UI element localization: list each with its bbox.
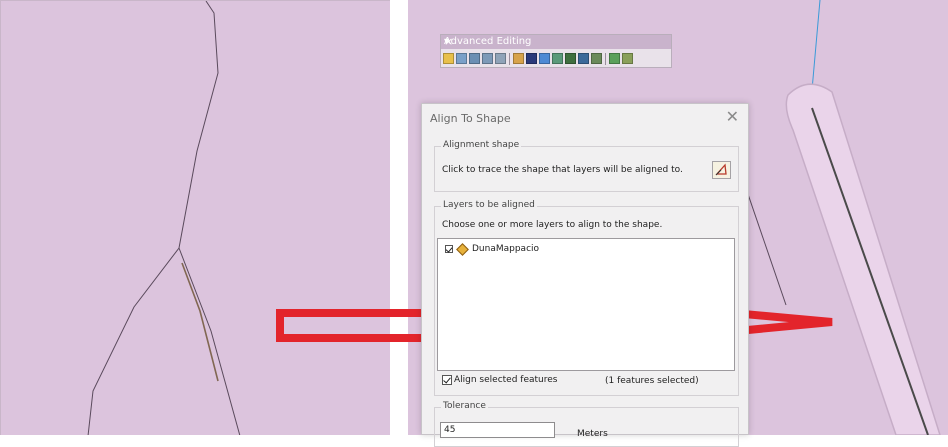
parcel-boundary-line: [87, 1, 219, 435]
aligned-feature-line: [181, 262, 219, 382]
tolerance-units: Meters: [577, 429, 608, 439]
layer-symbol-icon: [456, 242, 469, 256]
layer-checkbox[interactable]: [445, 245, 453, 253]
parcel-boundary-line: [178, 247, 241, 435]
layers-group-label: Layers to be aligned: [441, 200, 537, 210]
smooth-icon[interactable]: [591, 53, 602, 64]
generalize-icon[interactable]: [578, 53, 589, 64]
rotate-icon[interactable]: [609, 53, 620, 64]
map-view-left[interactable]: [0, 0, 390, 435]
explode-icon[interactable]: [513, 53, 524, 64]
selection-count: (1 features selected): [605, 376, 699, 386]
tolerance-label: Tolerance: [441, 401, 488, 411]
dialog-close-button[interactable]: ✕: [726, 107, 739, 126]
align-to-shape-icon[interactable]: [539, 53, 550, 64]
toolbar-separator: [509, 52, 510, 65]
align-selected-label: Align selected features: [454, 375, 558, 385]
aligned-boundary-line: [811, 107, 929, 435]
map-canvas-left: [87, 1, 241, 435]
buffer-icon[interactable]: [622, 53, 633, 64]
replace-geometry-icon[interactable]: [552, 53, 563, 64]
layers-list[interactable]: DunaMappacio: [437, 238, 735, 371]
toolbar-separator: [605, 52, 606, 65]
layers-hint: Choose one or more layers to align to th…: [442, 220, 663, 230]
alignment-shape-label: Alignment shape: [441, 140, 522, 150]
list-item[interactable]: DunaMappacio: [445, 242, 540, 256]
align-selected-checkbox[interactable]: [442, 375, 452, 385]
traced-shape-line: [811, 0, 821, 91]
align-selected-option[interactable]: Align selected features: [442, 375, 557, 385]
alignment-hint: Click to trace the shape that layers wil…: [442, 165, 683, 175]
layer-name: DunaMappacio: [472, 244, 540, 254]
extend-icon[interactable]: [469, 53, 480, 64]
copy-features-icon[interactable]: [443, 53, 454, 64]
advanced-editing-toolbar: Advanced Editing ▾ ×: [440, 34, 672, 68]
toolbar-title-bar[interactable]: Advanced Editing ▾ ×: [441, 35, 671, 49]
tolerance-input[interactable]: 45: [440, 422, 555, 438]
align-to-shape-dialog: Align To Shape ✕ Alignment shape Click t…: [421, 103, 749, 447]
trim-icon[interactable]: [482, 53, 493, 64]
buffer-outline: [785, 83, 941, 435]
pane-splitter[interactable]: [390, 0, 408, 435]
dialog-title: Align To Shape: [430, 112, 511, 125]
toolbar-close-icon[interactable]: ×: [444, 35, 667, 49]
fillet-icon[interactable]: [456, 53, 467, 64]
trace-shape-button[interactable]: [712, 161, 731, 179]
toolbar-buttons: [443, 51, 635, 66]
construct-points-icon[interactable]: [565, 53, 576, 64]
line-intersection-icon[interactable]: [495, 53, 506, 64]
construct-geodetic-icon[interactable]: [526, 53, 537, 64]
trace-tool-icon: [715, 163, 727, 176]
